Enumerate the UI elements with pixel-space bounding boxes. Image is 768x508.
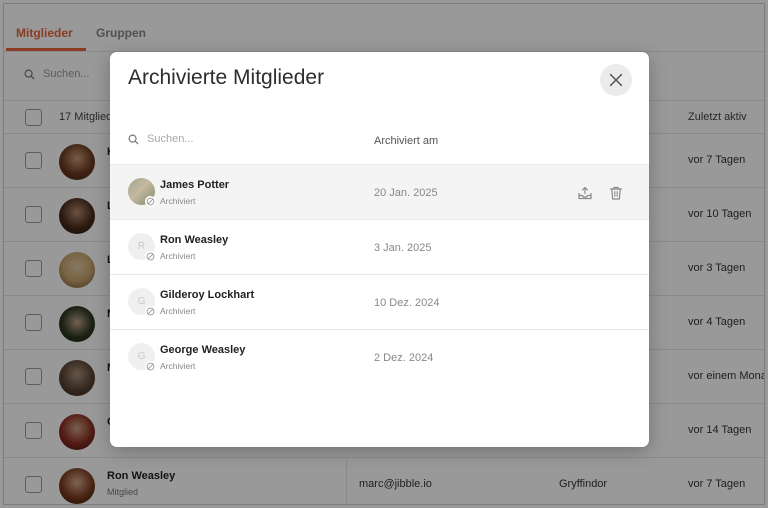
dialog-title: Archivierte Mitglieder [128, 66, 325, 89]
member-status: Archiviert [160, 196, 196, 206]
archived-search-placeholder: Suchen... [147, 133, 194, 145]
member-name: Gilderoy Lockhart [160, 289, 255, 301]
archived-member-row[interactable]: James Potter Archiviert 20 Jan. 2025 [110, 165, 649, 220]
archived-date: 3 Jan. 2025 [374, 242, 432, 254]
member-name: Ron Weasley [160, 234, 229, 246]
close-button[interactable] [600, 64, 632, 96]
trash-icon[interactable] [608, 185, 624, 201]
archived-search-input[interactable]: Suchen... [128, 133, 193, 145]
member-name: George Weasley [160, 344, 246, 356]
member-status: Archiviert [160, 306, 196, 316]
archived-ban-icon [145, 306, 156, 317]
archived-date: 2 Dez. 2024 [374, 352, 434, 364]
unarchive-icon[interactable] [577, 185, 593, 201]
archived-date: 10 Dez. 2024 [374, 297, 440, 309]
member-status: Archiviert [160, 361, 196, 371]
archived-date-header: Archiviert am [374, 135, 439, 147]
archived-ban-icon [145, 361, 156, 372]
member-status: Archiviert [160, 251, 196, 261]
archived-member-row[interactable]: G George Weasley Archiviert 2 Dez. 2024 [110, 330, 649, 385]
archived-ban-icon [145, 196, 156, 207]
search-icon [128, 134, 139, 145]
archived-members-dialog: Archivierte Mitglieder Suchen... Archivi… [110, 52, 649, 447]
member-name: James Potter [160, 179, 230, 191]
archived-member-row[interactable]: R Ron Weasley Archiviert 3 Jan. 2025 [110, 220, 649, 275]
archived-ban-icon [145, 251, 156, 262]
archived-date: 20 Jan. 2025 [374, 187, 438, 199]
archived-member-row[interactable]: G Gilderoy Lockhart Archiviert 10 Dez. 2… [110, 275, 649, 330]
close-icon [609, 73, 623, 87]
